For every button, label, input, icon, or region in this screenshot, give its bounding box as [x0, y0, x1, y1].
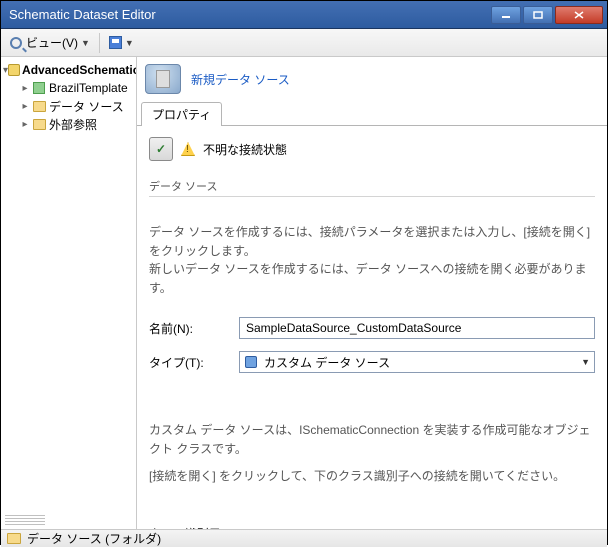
close-button[interactable] [555, 6, 603, 24]
view-icon [10, 37, 22, 49]
tree-item-datasource[interactable]: ▸ データ ソース [1, 97, 136, 115]
tree-item-label: データ ソース [49, 98, 124, 115]
folder-icon [31, 98, 47, 114]
help-line: 新しいデータ ソースを作成するには、データ ソースへの接続を開く必要があります。 [149, 260, 595, 297]
statusbar: データ ソース (フォルダ) [1, 529, 607, 547]
minimize-button[interactable] [491, 6, 521, 24]
help-line: カスタム データ ソースは、ISchematicConnection を実装する… [149, 421, 595, 458]
template-icon [31, 80, 47, 96]
classid-label: クラス識別子(C): [149, 525, 239, 529]
tree-item-label: BrazilTemplate [49, 81, 128, 95]
status-row: ✓ 不明な接続状態 [149, 134, 595, 164]
save-icon [109, 36, 122, 49]
datasource-big-icon [145, 64, 181, 94]
titlebar: Schematic Dataset Editor [1, 1, 607, 29]
dataset-icon [8, 62, 20, 78]
statusbar-text: データ ソース (フォルダ) [27, 530, 161, 547]
type-value: カスタム データ ソース [264, 354, 390, 371]
tree-item-extref[interactable]: ▸ 外部参照 [1, 115, 136, 133]
name-label: 名前(N): [149, 320, 239, 337]
chevron-down-icon: ▼ [125, 38, 134, 48]
help-text-2: カスタム データ ソースは、ISchematicConnection を実装する… [149, 421, 595, 485]
warning-icon [181, 142, 195, 156]
type-select[interactable]: カスタム データ ソース ▼ [239, 351, 595, 373]
toolbar: ビュー(V) ▼ ▼ [1, 29, 607, 57]
tree-panel: ▾ AdvancedSchematic ▸ BrazilTemplate ▸ デ… [1, 57, 137, 529]
help-text-1: データ ソースを作成するには、接続パラメータを選択または入力し、[接続を開く] … [149, 223, 595, 297]
tree-item-template[interactable]: ▸ BrazilTemplate [1, 79, 136, 97]
chevron-down-icon: ▼ [581, 357, 590, 367]
tree-root-label: AdvancedSchematic [22, 63, 137, 77]
type-label: タイプ(T): [149, 354, 239, 371]
section-datasource: データ ソース [149, 178, 595, 197]
expand-icon[interactable]: ▸ [19, 83, 31, 94]
shield-icon: ✓ [149, 137, 173, 161]
toolbar-separator [99, 33, 100, 53]
view-menu-label: ビュー(V) [26, 34, 78, 51]
expand-icon[interactable]: ▸ [19, 119, 31, 130]
status-text: 不明な接続状態 [203, 141, 287, 158]
folder-open-icon [7, 533, 21, 544]
form-area: ✓ 不明な接続状態 データ ソース データ ソースを作成するには、接続パラメータ… [137, 126, 607, 529]
view-menu-button[interactable]: ビュー(V) ▼ [5, 32, 95, 54]
type-icon [244, 355, 258, 369]
window-title: Schematic Dataset Editor [9, 7, 489, 22]
name-input-wrapper [239, 317, 595, 339]
tree-item-label: 外部参照 [49, 116, 97, 133]
new-datasource-link[interactable]: 新規データ ソース [191, 71, 290, 88]
folder-icon [31, 116, 47, 132]
help-line: データ ソースを作成するには、接続パラメータを選択または入力し、[接続を開く] … [149, 223, 595, 260]
name-input[interactable] [244, 320, 590, 336]
content-panel: 新規データ ソース プロパティ ✓ 不明な接続状態 データ ソース データ ソー… [137, 57, 607, 529]
save-button[interactable]: ▼ [104, 32, 139, 54]
tree-root[interactable]: ▾ AdvancedSchematic [1, 61, 136, 79]
help-line: [接続を開く] をクリックして、下のクラス識別子への接続を開いてください。 [149, 467, 595, 486]
chevron-down-icon: ▼ [81, 38, 90, 48]
tab-bar: プロパティ [137, 101, 607, 126]
expand-icon[interactable]: ▸ [19, 101, 31, 112]
maximize-button[interactable] [523, 6, 553, 24]
tab-property[interactable]: プロパティ [141, 102, 222, 126]
header-bar: 新規データ ソース [137, 57, 607, 101]
resize-grip[interactable] [5, 515, 45, 525]
